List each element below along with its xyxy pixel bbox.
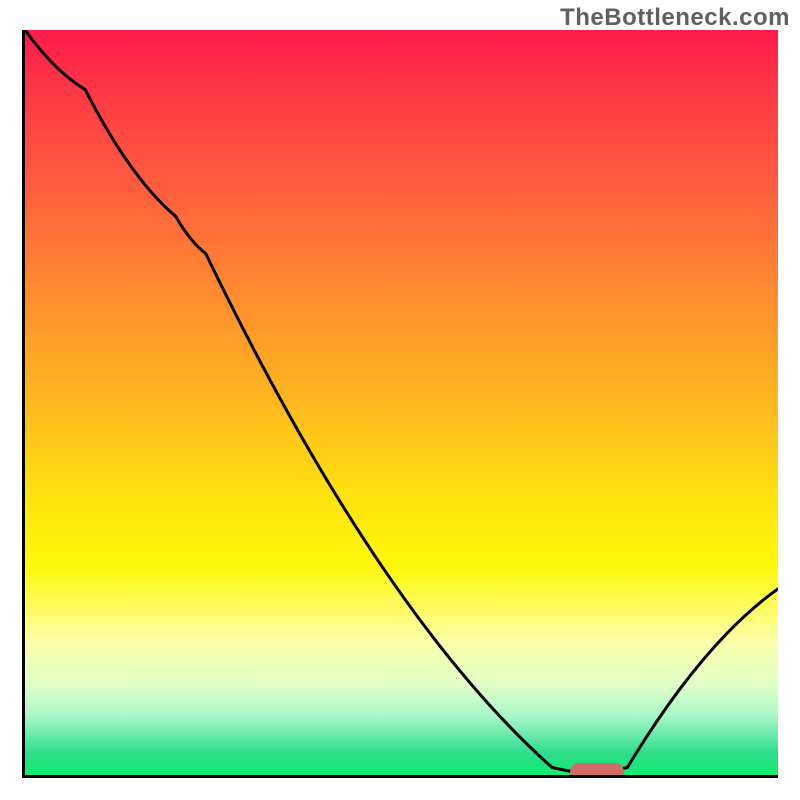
chart-frame: TheBottleneck.com xyxy=(0,0,800,800)
watermark-text: TheBottleneck.com xyxy=(560,4,790,32)
bottleneck-curve xyxy=(25,30,778,775)
optimal-marker xyxy=(570,763,624,778)
plot-area xyxy=(22,30,778,778)
